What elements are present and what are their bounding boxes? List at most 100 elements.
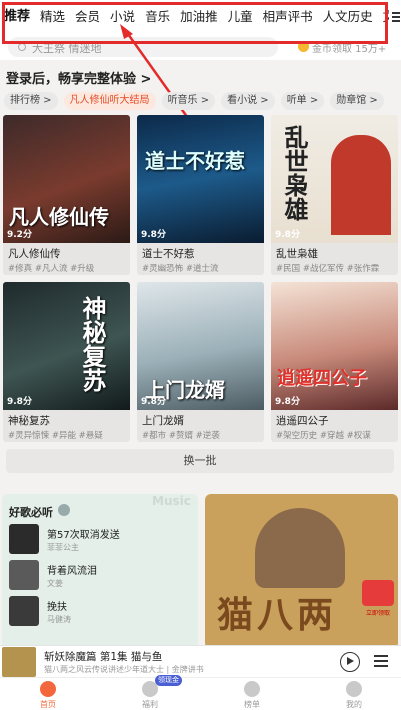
coin-icon[interactable] bbox=[298, 41, 309, 52]
book-score: 9.2分 bbox=[7, 230, 32, 240]
promo-badge-text: 立即领取 bbox=[365, 610, 390, 617]
search-icon bbox=[18, 43, 26, 51]
promo-character bbox=[255, 508, 345, 588]
tab-children[interactable]: 儿童 bbox=[223, 0, 258, 34]
book-card[interactable]: 道士不好惹 9.8分 道士不好惹 #灵幽恐怖 #道士流 bbox=[137, 115, 264, 275]
book-card[interactable]: 神秘复苏 9.8分 神秘复苏 #灵异惊悚 #异能 #悬疑 bbox=[3, 282, 130, 442]
book-score: 9.8分 bbox=[141, 230, 166, 240]
book-title: 神秘复苏 bbox=[8, 415, 50, 427]
song-item[interactable]: 第57次取消发送 菲菲公主 bbox=[9, 524, 194, 556]
promo-banner[interactable]: 猫八两 立即领取 bbox=[205, 494, 398, 649]
book-score: 9.8分 bbox=[275, 397, 300, 407]
song-artist: 马健涛 bbox=[47, 615, 71, 624]
tab-music[interactable]: 音乐 bbox=[140, 0, 175, 34]
play-all-icon[interactable] bbox=[58, 504, 70, 516]
book-title: 道士不好惹 bbox=[142, 248, 195, 260]
book-cover: 乱世枭雄 bbox=[271, 115, 398, 243]
mini-player[interactable]: 斩妖除魔篇 第1集 猫与鱼 猫八两之风云传说讲述少年道大士 | 金牌讲书 bbox=[0, 645, 401, 677]
tab-crosstalk[interactable]: 相声评书 bbox=[258, 0, 318, 34]
player-subtitle: 猫八两之风云传说讲述少年道大士 | 金牌讲书 bbox=[44, 665, 204, 674]
playlist-icon[interactable] bbox=[374, 654, 388, 668]
search-placeholder: 大王祭 情迷地 bbox=[32, 42, 102, 55]
book-card[interactable]: 上门龙婿 9.8分 上门龙婿 #都市 #赘婿 #逆袭 bbox=[137, 282, 264, 442]
more-categories-icon[interactable] bbox=[389, 0, 401, 34]
chip-finale[interactable]: 凡人修仙听大结局 bbox=[63, 92, 156, 110]
player-cover bbox=[2, 647, 36, 677]
book-tags: #民国 #战亿军传 #张作霖 bbox=[276, 264, 380, 274]
song-thumbnail bbox=[9, 524, 39, 554]
chip-novel[interactable]: 看小说 > bbox=[221, 92, 275, 110]
book-title: 凡人修仙传 bbox=[8, 248, 61, 260]
book-title: 乱世枭雄 bbox=[276, 248, 318, 260]
narrator-figure bbox=[331, 135, 391, 235]
book-card[interactable]: 乱世枭雄 9.8分 乱世枭雄 #民国 #战亿军传 #张作霖 bbox=[271, 115, 398, 275]
nav-label: 我的 bbox=[346, 700, 362, 709]
promo-title: 猫八两 bbox=[217, 594, 338, 636]
song-thumbnail bbox=[9, 596, 39, 626]
cover-title: 道士不好惹 bbox=[145, 149, 245, 173]
book-title: 逍遥四公子 bbox=[276, 415, 329, 427]
tab-history[interactable]: 人文历史 bbox=[318, 0, 378, 34]
search-row: 大王祭 情迷地 金币领取 15万+ bbox=[0, 34, 401, 60]
book-tags: #架空历史 #穿越 #权谋 bbox=[276, 431, 371, 441]
book-cover: 逍遥四公子 bbox=[271, 282, 398, 410]
player-track-title: 斩妖除魔篇 第1集 猫与鱼 bbox=[44, 651, 163, 663]
ranking-icon bbox=[244, 681, 260, 697]
cover-title: 乱世枭雄 bbox=[280, 125, 309, 221]
search-input[interactable]: 大王祭 情迷地 bbox=[8, 37, 278, 57]
book-card[interactable]: 逍遥四公子 9.8分 逍遥四公子 #架空历史 #穿越 #权谋 bbox=[271, 282, 398, 442]
music-card[interactable]: 好歌必听 Music 第57次取消发送 菲菲公主 背着风流泪 文姜 挽扶 马健涛 bbox=[2, 494, 198, 649]
song-name: 挽扶 bbox=[47, 602, 67, 613]
quick-chips: 排行榜 > 凡人修仙听大结局 听音乐 > 看小说 > 听单 > 勋章馆 > bbox=[4, 92, 384, 110]
coin-reward-text[interactable]: 金币领取 15万+ bbox=[312, 40, 386, 55]
song-item[interactable]: 背着风流泪 文姜 bbox=[9, 560, 194, 592]
nav-ranking[interactable]: 榜单 bbox=[217, 678, 287, 710]
chip-ranking[interactable]: 排行榜 > bbox=[4, 92, 58, 110]
tab-featured[interactable]: 精选 bbox=[35, 0, 70, 34]
book-tags: #灵幽恐怖 #道士流 bbox=[142, 264, 219, 274]
book-tags: #修真 #凡人流 #升级 bbox=[8, 264, 95, 274]
chip-badges[interactable]: 勋章馆 > bbox=[330, 92, 384, 110]
nav-label: 福利 bbox=[142, 700, 158, 709]
book-cover: 道士不好惹 bbox=[137, 115, 264, 243]
book-score: 9.8分 bbox=[7, 397, 32, 407]
cover-title: 凡人修仙传 bbox=[9, 205, 109, 229]
chip-music[interactable]: 听音乐 > bbox=[161, 92, 216, 110]
song-thumbnail bbox=[9, 560, 39, 590]
book-card[interactable]: 凡人修仙传 9.2分 凡人修仙传 #修真 #凡人流 #升级 bbox=[3, 115, 130, 275]
nav-label: 榜单 bbox=[244, 700, 260, 709]
cash-badge: 领现金 bbox=[155, 675, 182, 686]
tab-member[interactable]: 会员 bbox=[70, 0, 105, 34]
tab-boost[interactable]: 加油推 bbox=[175, 0, 223, 34]
tab-novel[interactable]: 小说 bbox=[105, 0, 140, 34]
music-section-title: 好歌必听 bbox=[9, 506, 53, 519]
book-cover: 上门龙婿 bbox=[137, 282, 264, 410]
cover-title: 神秘复苏 bbox=[78, 296, 107, 392]
tab-recommend[interactable]: 推荐 bbox=[0, 0, 35, 34]
book-score: 9.8分 bbox=[141, 397, 166, 407]
nav-label: 首页 bbox=[40, 700, 56, 709]
book-tags: #灵异惊悚 #异能 #悬疑 bbox=[8, 431, 103, 441]
login-prompt[interactable]: 登录后，畅享完整体验 > bbox=[6, 68, 151, 87]
book-tags: #都市 #赘婿 #逆袭 bbox=[142, 431, 220, 441]
nav-profile[interactable]: 我的 bbox=[319, 678, 389, 710]
cover-title: 逍遥四公子 bbox=[277, 368, 367, 389]
play-icon[interactable] bbox=[340, 652, 360, 672]
chip-playlist[interactable]: 听单 > bbox=[280, 92, 325, 110]
bottom-nav: 首页 领现金 福利 榜单 我的 bbox=[0, 675, 401, 710]
nav-welfare[interactable]: 领现金 福利 bbox=[115, 675, 185, 710]
nav-home[interactable]: 首页 bbox=[13, 678, 83, 710]
gift-badge-icon[interactable]: 立即领取 bbox=[362, 580, 394, 617]
song-name: 第57次取消发送 bbox=[47, 530, 120, 541]
profile-icon bbox=[346, 681, 362, 697]
home-icon bbox=[40, 681, 56, 697]
song-item[interactable]: 挽扶 马健涛 bbox=[9, 596, 194, 628]
book-score: 9.8分 bbox=[275, 230, 300, 240]
song-artist: 菲菲公主 bbox=[47, 543, 79, 552]
music-watermark: Music bbox=[152, 494, 191, 508]
song-name: 背着风流泪 bbox=[47, 566, 97, 577]
book-cover: 神秘复苏 bbox=[3, 282, 130, 410]
book-cover: 凡人修仙传 bbox=[3, 115, 130, 243]
top-category-nav: 推荐 精选 会员 小说 音乐 加油推 儿童 相声评书 人文历史 文学 bbox=[0, 0, 401, 34]
refresh-button[interactable]: 换一批 bbox=[6, 449, 394, 473]
